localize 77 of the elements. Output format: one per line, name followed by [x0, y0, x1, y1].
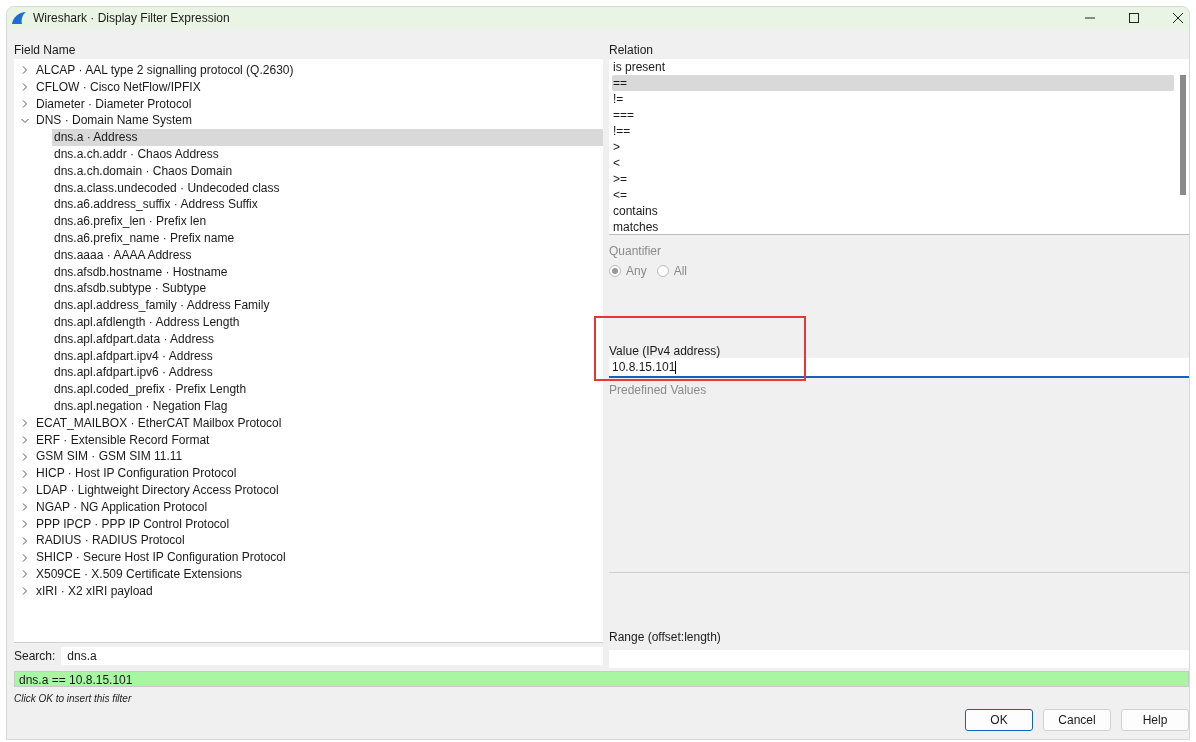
tree-item[interactable]: dns.apl.afdpart.data · Address — [52, 330, 603, 348]
chevron-right-icon[interactable] — [21, 100, 29, 108]
tree-item[interactable]: dns.a.ch.addr · Chaos Address — [52, 146, 603, 163]
relation-item[interactable]: <= — [612, 187, 1174, 203]
tree-item[interactable]: ERF · Extensible Record Format — [36, 431, 210, 449]
tree-item[interactable]: xIRI · X2 xIRI payload — [36, 582, 153, 600]
search-label: Search: — [14, 648, 56, 665]
chevron-right-icon[interactable] — [21, 553, 29, 562]
chevron-right-icon[interactable] — [21, 419, 29, 428]
tree-item[interactable]: Diameter · Diameter Protocol — [36, 95, 192, 113]
chevron-right-icon[interactable] — [21, 435, 29, 444]
chevron-right-icon[interactable] — [21, 83, 29, 92]
tree-item[interactable]: dns.a.class.undecoded · Undecoded class — [52, 179, 603, 197]
dialog-button[interactable]: Help — [1121, 709, 1189, 731]
tree-item[interactable]: dns.a6.prefix_name · Prefix name — [52, 229, 603, 247]
window-title: Wireshark · Display Filter Expression — [33, 10, 230, 27]
tree-item[interactable]: DNS · Domain Name System — [36, 112, 193, 130]
chevron-right-icon[interactable] — [21, 66, 29, 75]
tree-item[interactable]: PPP IPCP · PPP IP Control Protocol — [36, 515, 230, 533]
relation-item[interactable]: < — [612, 155, 1174, 171]
tree-item[interactable]: dns.a · Address — [52, 129, 603, 146]
tree-item[interactable]: dns.afsdb.subtype · Subtype — [52, 280, 603, 298]
filter-field[interactable]: dns.a == 10.8.15.101 — [14, 671, 1189, 687]
tree-item[interactable]: dns.apl.afdpart.ipv4 · Address — [52, 347, 603, 365]
tree-item[interactable]: NGAP · NG Application Protocol — [36, 498, 208, 516]
relation-item[interactable]: === — [612, 107, 1174, 123]
close-icon[interactable] — [1173, 13, 1183, 23]
tree-item[interactable]: dns.apl.afdlength · Address Length — [52, 313, 603, 331]
tree-item[interactable]: dns.apl.address_family · Address Family — [52, 297, 603, 314]
section-label: Relation — [609, 42, 655, 59]
tree-item[interactable]: CFLOW · Cisco NetFlow/IPFIX — [36, 78, 201, 96]
tree-item[interactable]: RADIUS · RADIUS Protocol — [36, 532, 185, 550]
dialog-button[interactable]: OK — [965, 709, 1033, 731]
chevron-right-icon[interactable] — [21, 536, 29, 545]
tree-item[interactable]: HICP · Host IP Configuration Protocol — [36, 465, 237, 482]
tree-item[interactable]: dns.afsdb.hostname · Hostname — [52, 263, 603, 281]
tree-item[interactable]: dns.apl.afdpart.ipv6 · Address — [52, 364, 603, 382]
relation-item[interactable]: is present — [612, 59, 1174, 75]
quantifier-label: Quantifier — [609, 243, 663, 258]
tree-item[interactable]: dns.apl.negation · Negation Flag — [52, 397, 603, 415]
value-field[interactable]: 10.8.15.101 — [609, 358, 1189, 378]
chevron-right-icon[interactable] — [21, 486, 29, 495]
tree-item[interactable]: SHICP · Secure Host IP Configuration Protocol — [36, 549, 286, 566]
tree-item[interactable]: X509CE · X.509 Certificate Extensions — [36, 565, 243, 583]
maximize-icon[interactable] — [1129, 13, 1139, 23]
relation-item[interactable]: matches — [612, 219, 1174, 235]
tree-item[interactable]: LDAP · Lightweight Directory Access Protocol — [36, 481, 279, 499]
chevron-right-icon[interactable] — [21, 452, 29, 461]
relation-item[interactable]: == — [612, 75, 1174, 91]
tree-item[interactable]: GSM SIM · GSM SIM 11.11 — [36, 448, 183, 466]
chevron-right-icon[interactable] — [21, 587, 29, 596]
app-logo-icon — [11, 11, 27, 25]
section-label: Field Name — [14, 42, 77, 59]
tree-item[interactable]: dns.aaaa · AAAA Address — [52, 246, 603, 264]
chevron-right-icon[interactable] — [21, 570, 29, 579]
tree-item[interactable]: dns.a6.address_suffix · Address Suffix — [52, 196, 603, 214]
chevron-right-icon[interactable] — [21, 503, 29, 512]
tree-item[interactable]: dns.apl.coded_prefix · Prefix Length — [52, 381, 603, 398]
tree-item[interactable]: dns.a6.prefix_len · Prefix len — [52, 213, 603, 230]
value-label: Value (IPv4 address) — [609, 343, 722, 358]
relation-item[interactable]: contains — [612, 203, 1174, 219]
relation-item[interactable]: != — [612, 91, 1174, 107]
chevron-down-icon[interactable] — [21, 116, 29, 125]
chevron-right-icon[interactable] — [21, 469, 29, 478]
dialog-button[interactable]: Cancel — [1043, 709, 1111, 731]
tree-item[interactable]: ECAT_MAILBOX · EtherCAT Mailbox Protocol — [36, 414, 282, 432]
relation-item[interactable]: > — [612, 139, 1174, 155]
chevron-right-icon[interactable] — [21, 519, 29, 528]
relation-item[interactable]: >= — [612, 171, 1174, 187]
hint-text: Click OK to insert this filter — [14, 692, 133, 706]
tree-item[interactable]: ALCAP · AAL type 2 signalling protocol (Q.2630) — [36, 62, 294, 79]
search-field[interactable]: dns.a — [61, 647, 603, 665]
tree-item[interactable]: dns.a.ch.domain · Chaos Domain — [52, 162, 603, 180]
predefined-values-label: Predefined Values — [609, 382, 708, 396]
range-label: Range (offset:length) — [609, 629, 722, 646]
range-field[interactable] — [609, 650, 1189, 668]
relation-item[interactable]: !== — [612, 123, 1174, 139]
